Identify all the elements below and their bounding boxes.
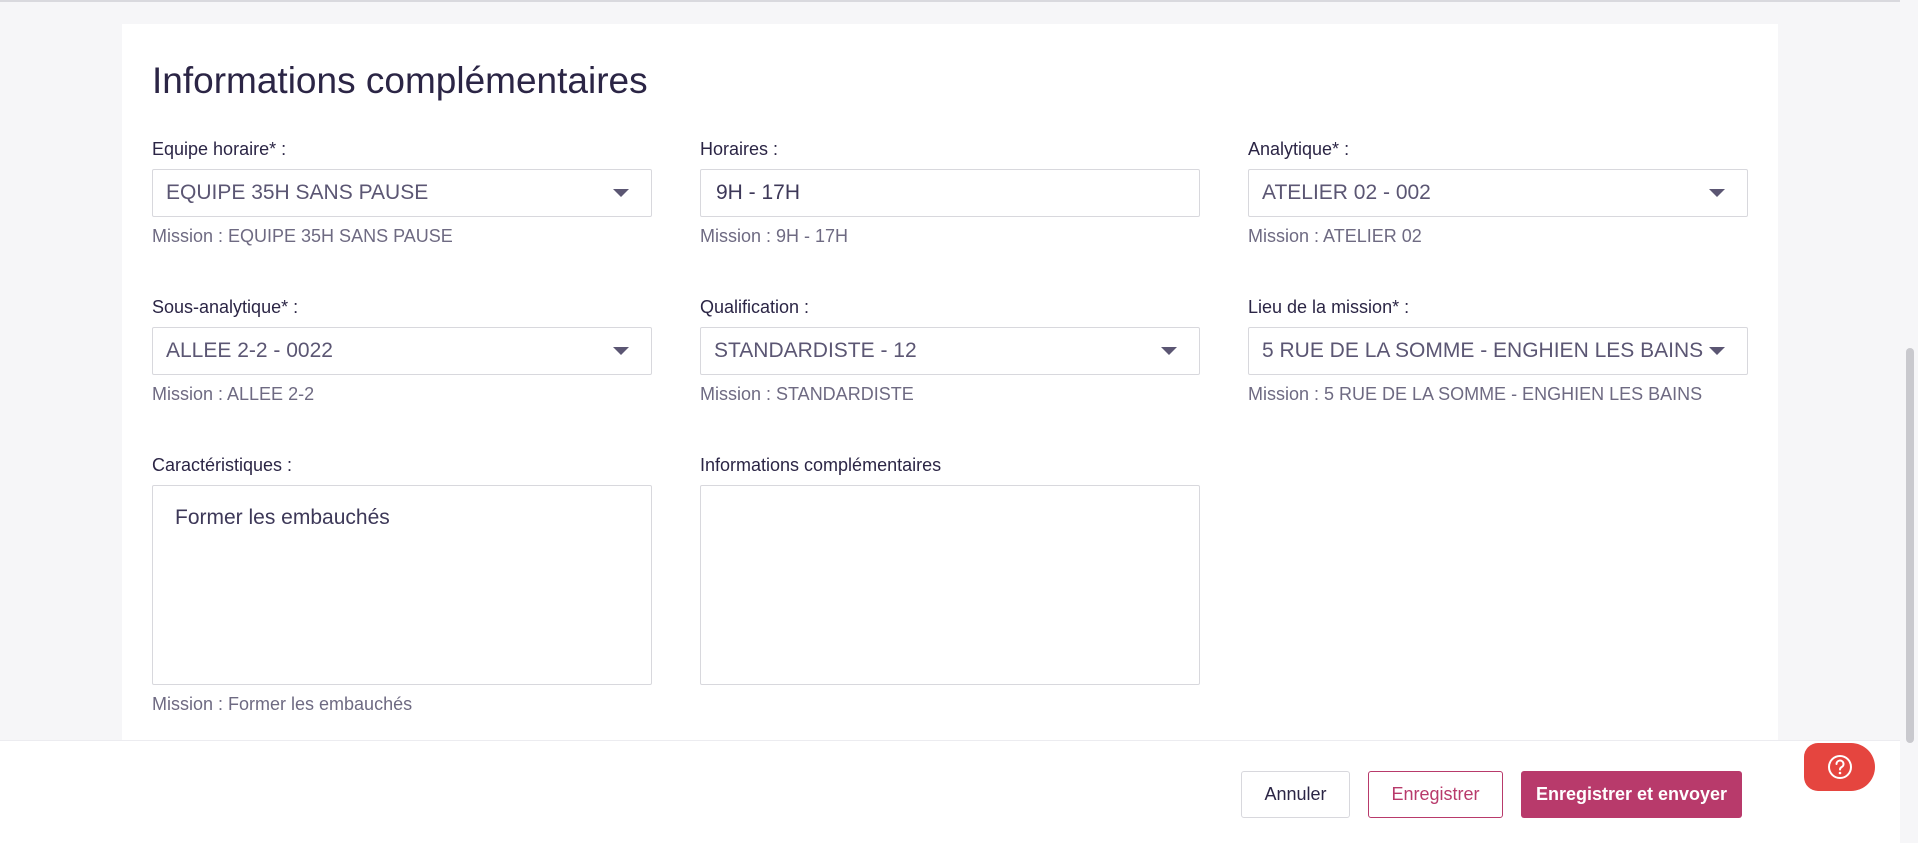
sous-analytique-hint: Mission : ALLEE 2-2: [152, 384, 315, 404]
horaires-label: Horaires :: [700, 139, 779, 159]
equipe-horaire-value: EQUIPE 35H SANS PAUSE: [166, 181, 429, 204]
analytique-field: Analytique* : ATELIER 02 - 002 Mission :…: [1248, 139, 1748, 247]
caracteristiques-label: Caractéristiques :: [152, 455, 293, 475]
lieu-mission-field: Lieu de la mission* : 5 RUE DE LA SOMME …: [1248, 297, 1748, 405]
top-divider: [0, 0, 1900, 2]
qualification-hint: Mission : STANDARDISTE: [700, 384, 914, 404]
qualification-select[interactable]: STANDARDISTE - 12: [700, 327, 1200, 375]
help-button[interactable]: [1804, 743, 1875, 791]
chevron-down-icon: [1709, 189, 1725, 197]
sous-analytique-value: ALLEE 2-2 - 0022: [166, 339, 333, 362]
help-circle-icon: [1827, 755, 1852, 779]
sous-analytique-label: Sous-analytique* :: [152, 297, 299, 317]
qualification-label: Qualification :: [700, 297, 810, 317]
cancel-button[interactable]: Annuler: [1241, 771, 1350, 818]
caracteristiques-value: Former les embauchés: [175, 506, 390, 529]
horaires-field: Horaires : 9H - 17H Mission : 9H - 17H: [700, 139, 1200, 247]
lieu-mission-hint: Mission : 5 RUE DE LA SOMME - ENGHIEN LE…: [1248, 384, 1703, 404]
chevron-down-icon: [1161, 347, 1177, 355]
section-title: Informations complémentaires: [152, 60, 648, 101]
horaires-hint: Mission : 9H - 17H: [700, 226, 849, 246]
analytique-select[interactable]: ATELIER 02 - 002: [1248, 169, 1748, 217]
equipe-horaire-hint: Mission : EQUIPE 35H SANS PAUSE: [152, 226, 453, 246]
sous-analytique-select[interactable]: ALLEE 2-2 - 0022: [152, 327, 652, 375]
equipe-horaire-field: Equipe horaire* : EQUIPE 35H SANS PAUSE …: [152, 139, 652, 247]
infos-complementaires-field: Informations complémentaires: [700, 455, 1200, 685]
analytique-label: Analytique* :: [1248, 139, 1350, 159]
analytique-hint: Mission : ATELIER 02: [1248, 226, 1422, 246]
caracteristiques-textarea[interactable]: Former les embauchés: [152, 485, 652, 685]
qualification-value: STANDARDISTE - 12: [714, 339, 917, 362]
chevron-down-icon: [1709, 347, 1725, 355]
equipe-horaire-label: Equipe horaire* :: [152, 139, 287, 159]
save-button[interactable]: Enregistrer: [1368, 771, 1503, 818]
qualification-field: Qualification : STANDARDISTE - 12 Missio…: [700, 297, 1200, 405]
infos-complementaires-textarea[interactable]: [700, 485, 1200, 685]
analytique-value: ATELIER 02 - 002: [1262, 181, 1431, 204]
caracteristiques-hint: Mission : Former les embauchés: [152, 694, 413, 714]
sous-analytique-field: Sous-analytique* : ALLEE 2-2 - 0022 Miss…: [152, 297, 652, 405]
chevron-down-icon: [613, 189, 629, 197]
save-and-send-button[interactable]: Enregistrer et envoyer: [1521, 771, 1742, 818]
horaires-input[interactable]: 9H - 17H: [700, 169, 1200, 217]
lieu-mission-select[interactable]: 5 RUE DE LA SOMME - ENGHIEN LES BAINS: [1248, 327, 1748, 375]
caracteristiques-field: Caractéristiques : Former les embauchés …: [152, 455, 652, 715]
infos-complementaires-label: Informations complémentaires: [700, 455, 942, 475]
scrollbar-thumb[interactable]: [1906, 348, 1914, 743]
lieu-mission-label: Lieu de la mission* :: [1248, 297, 1410, 317]
lieu-mission-value: 5 RUE DE LA SOMME - ENGHIEN LES BAINS: [1262, 339, 1704, 362]
additional-info-card: Informations complémentaires Equipe hora…: [122, 24, 1778, 744]
equipe-horaire-select[interactable]: EQUIPE 35H SANS PAUSE: [152, 169, 652, 217]
chevron-down-icon: [613, 347, 629, 355]
horaires-value: 9H - 17H: [716, 181, 801, 204]
